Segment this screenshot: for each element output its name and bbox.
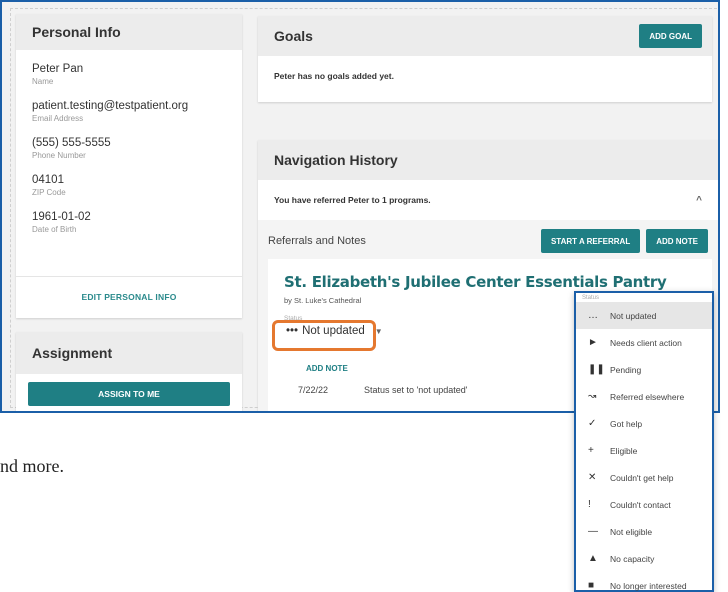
pause-icon: ❚❚ [588,364,605,375]
square-icon: ■ [588,580,595,591]
menu-item-label: Referred elsewhere [610,391,685,402]
goals-title: Goals [274,28,313,44]
menu-item-label: Needs client action [610,337,682,348]
history-row: 7/22/22 Status set to 'not updated' [298,385,468,395]
menu-item-eligible[interactable]: + Eligible [576,437,712,464]
body-text: nd more. [0,456,64,476]
status-highlight [272,320,376,351]
menu-item-referred-elsewhere[interactable]: ↝ Referred elsewhere [576,383,712,410]
phone-value: (555) 555-5555 [32,137,111,149]
field-zip: 04101 ZIP Code [16,173,242,198]
history-text: Status set to 'not updated' [364,385,468,395]
ellipsis-icon: … [588,310,598,321]
menu-item-label: No longer interested [610,580,687,591]
menu-item-couldn-t-get-help[interactable]: ✕ Couldn't get help [576,464,712,491]
program-name[interactable]: St. Elizabeth's Jubilee Center Essential… [284,273,667,291]
menu-item-label: No capacity [610,553,655,564]
add-note-link[interactable]: ADD NOTE [306,364,348,373]
plus-icon: + [588,445,594,456]
divider [16,276,242,277]
menu-item-label: Eligible [610,445,638,456]
personal-info-title: Personal Info [16,14,242,50]
phone-label: Phone Number [32,151,86,160]
dob-value: 1961-01-02 [32,211,91,223]
play-icon: ► [588,337,598,348]
zip-value: 04101 [32,174,64,186]
menu-item-pending[interactable]: ❚❚ Pending [576,356,712,383]
goals-card: Goals ADD GOAL Peter has no goals added … [258,16,712,102]
menu-items: … Not updated ► Needs client action ❚❚ Pendin… [576,302,712,592]
referrals-title: Referrals and Notes [268,235,366,247]
menu-item-not-updated[interactable]: … Not updated [576,302,712,329]
menu-item-no-longer-interested[interactable]: ■ No longer interested [576,572,712,592]
start-referral-button[interactable]: START A REFERRAL [540,229,641,253]
field-phone: (555) 555-5555 Phone Number [16,136,242,161]
checkmark-icon: ✓ [588,418,597,429]
menu-item-got-help[interactable]: ✓ Got help [576,410,712,437]
assignment-card: Assignment ASSIGN TO ME [16,332,242,411]
redirect-icon: ↝ [588,391,597,402]
email-label: Email Address [32,114,84,123]
referred-text: You have referred Peter to 1 programs. [274,195,431,205]
triangle-icon: ▲ [588,553,598,564]
menu-caption: Status [582,295,600,301]
zip-label: ZIP Code [32,188,66,197]
menu-item-label: Not updated [610,310,657,321]
field-name: Peter Pan Name [16,62,242,87]
field-email: patient.testing@testpatient.org Email Ad… [16,99,242,124]
menu-item-not-eligible[interactable]: — Not eligible [576,518,712,545]
navigation-history-title: Navigation History [258,140,718,180]
menu-item-label: Pending [610,364,642,375]
email-value: patient.testing@testpatient.org [32,100,189,112]
x-icon: ✕ [588,472,597,483]
referral-actions: START A REFERRAL ADD NOTE [540,229,708,253]
program-organization: by St. Luke's Cathedral [284,296,362,305]
dash-icon: — [588,526,598,537]
assignment-title: Assignment [16,332,242,374]
assign-to-me-button[interactable]: ASSIGN TO ME [28,382,230,406]
chevron-up-icon[interactable]: ^ [696,195,702,206]
personal-info-card: Personal Info Peter Pan Name patient.tes… [16,14,242,318]
add-note-button[interactable]: ADD NOTE [646,229,708,253]
history-date: 7/22/22 [298,385,329,395]
goals-empty-text: Peter has no goals added yet. [274,71,394,81]
goals-header: Goals ADD GOAL [258,16,712,56]
add-goal-button[interactable]: ADD GOAL [639,24,702,48]
menu-item-label: Got help [610,418,643,429]
menu-item-needs-client-action[interactable]: ► Needs client action [576,329,712,356]
field-dob: 1961-01-02 Date of Birth [16,210,242,235]
menu-item-no-capacity[interactable]: ▲ No capacity [576,545,712,572]
referred-summary-row[interactable]: You have referred Peter to 1 programs. ^ [258,180,718,220]
dob-label: Date of Birth [32,225,77,234]
menu-item-label: Not eligible [610,526,653,537]
edit-personal-info-link[interactable]: EDIT PERSONAL INFO [16,292,242,302]
menu-item-couldn-t-contact[interactable]: ! Couldn't contact [576,491,712,518]
menu-item-label: Couldn't contact [610,499,671,510]
name-value: Peter Pan [32,63,84,75]
menu-item-label: Couldn't get help [610,472,674,483]
name-label: Name [32,77,54,86]
referrals-row: Referrals and Notes START A REFERRAL ADD… [258,228,718,254]
status-dropdown-menu: Status … Not updated ► Needs client action ❚… [574,291,714,592]
exclamation-icon: ! [588,499,591,510]
